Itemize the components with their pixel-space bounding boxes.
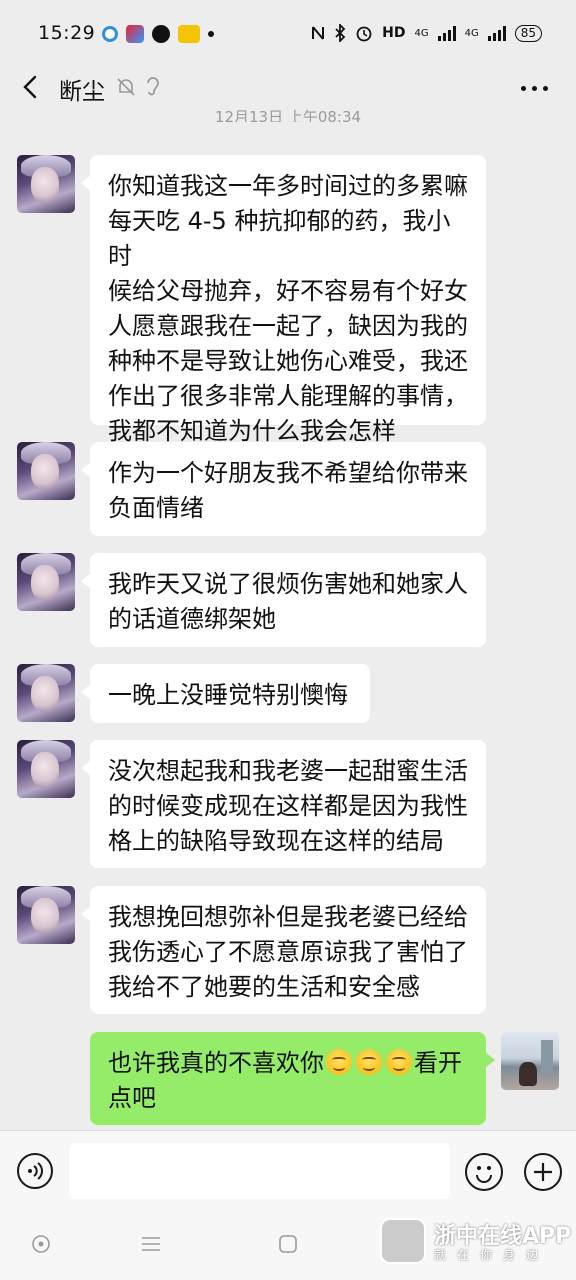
smiley-icon bbox=[476, 1166, 492, 1183]
message-text: 你知道我这一年多时间过的多累嘛 每天吃 4-5 种抗抑郁的药，我小时 候给父母抛… bbox=[108, 172, 468, 445]
contact-avatar[interactable] bbox=[17, 442, 75, 500]
tiktok-icon bbox=[152, 25, 170, 43]
status-indicators: HD 4G 4G 85 bbox=[311, 24, 542, 42]
message-text-part2: 看开 bbox=[414, 1049, 462, 1077]
nav-home-circle-icon[interactable] bbox=[31, 1234, 51, 1254]
more-options-icon[interactable] bbox=[521, 86, 548, 91]
message-text: 一晚上没睡觉特别懊悔 bbox=[108, 681, 348, 709]
voice-wave-icon bbox=[28, 1162, 43, 1180]
watermark-subtitle: 就在你身边 bbox=[434, 1248, 550, 1262]
notification-icons bbox=[102, 25, 214, 43]
watermark: 浙中在线APP 就在你身边 bbox=[380, 1216, 571, 1268]
self-avatar[interactable] bbox=[501, 1032, 559, 1090]
bluetooth-icon bbox=[335, 24, 346, 42]
signal-icon-2 bbox=[487, 25, 506, 41]
battery-indicator: 85 bbox=[514, 24, 542, 42]
message-bubble[interactable]: 一晚上没睡觉特别懊悔 bbox=[81, 664, 370, 723]
message-bubble[interactable]: 我想挽回想弥补但是我老婆已经给 我伤透心了不愿意原谅我了害怕了 我给不了她要的生… bbox=[81, 886, 486, 1014]
message-bubble[interactable]: 作为一个好朋友我不希望给你带来 负面情绪 bbox=[81, 442, 486, 536]
chat-header: 断尘 bbox=[0, 62, 576, 114]
message-text-part3: 点吧 bbox=[108, 1084, 156, 1112]
emoji-button[interactable] bbox=[465, 1153, 503, 1191]
contact-avatar[interactable] bbox=[17, 553, 75, 611]
message-timestamp: 12月13日 上午08:34 bbox=[214, 108, 362, 122]
message-input[interactable] bbox=[69, 1143, 450, 1199]
message-text: 没次想起我和我老婆一起甜蜜生活 的时候变成现在这样都是因为我性 格上的缺陷导致现… bbox=[108, 757, 468, 855]
message-text: 我想挽回想弥补但是我老婆已经给 我伤透心了不愿意原谅我了害怕了 我给不了她要的生… bbox=[108, 903, 468, 1001]
news-app-icon bbox=[178, 25, 200, 43]
mute-bell-icon bbox=[117, 78, 135, 96]
message-bubble-self[interactable]: 也许我真的不喜欢你 看开 点吧 bbox=[90, 1032, 495, 1125]
contact-avatar[interactable] bbox=[17, 664, 75, 722]
message-bubble[interactable]: 我昨天又说了很烦伤害她和她家人 的话道德绑架她 bbox=[81, 553, 486, 647]
message-bubble[interactable]: 没次想起我和我老婆一起甜蜜生活 的时候变成现在这样都是因为我性 格上的缺陷导致现… bbox=[81, 740, 486, 868]
more-notifications-dot bbox=[208, 31, 214, 37]
app-notification-icon bbox=[102, 26, 118, 42]
contact-avatar[interactable] bbox=[17, 155, 75, 213]
message-bubble[interactable]: 你知道我这一年多时间过的多累嘛 每天吃 4-5 种抗抑郁的药，我小时 候给父母抛… bbox=[81, 155, 486, 445]
video-app-icon bbox=[126, 25, 144, 43]
plus-icon bbox=[534, 1163, 552, 1181]
more-functions-button[interactable] bbox=[524, 1153, 562, 1191]
earpiece-icon bbox=[147, 77, 159, 96]
status-time: 15:29 bbox=[38, 22, 96, 44]
voice-input-button[interactable] bbox=[17, 1153, 53, 1189]
contact-avatar[interactable] bbox=[17, 740, 75, 798]
message-text-part1: 也许我真的不喜欢你 bbox=[108, 1049, 324, 1077]
signal-icon-1 bbox=[437, 25, 456, 41]
alarm-icon bbox=[356, 26, 372, 42]
chat-list[interactable]: 你知道我这一年多时间过的多累嘛 每天吃 4-5 种抗抑郁的药，我小时 候给父母抛… bbox=[0, 128, 576, 1128]
nav-menu-icon[interactable] bbox=[141, 1234, 161, 1254]
input-bar bbox=[0, 1130, 576, 1211]
watermark-logo-icon bbox=[380, 1218, 426, 1264]
nfc-icon bbox=[312, 26, 325, 40]
network-4g-label-1: 4G bbox=[414, 27, 429, 39]
back-arrow-icon[interactable] bbox=[18, 74, 44, 100]
status-bar: 15:29 HD 4G 4G 85 bbox=[0, 0, 576, 62]
message-text: 我昨天又说了很烦伤害她和她家人 的话道德绑架她 bbox=[108, 570, 468, 633]
network-4g-label-2: 4G bbox=[464, 27, 479, 39]
message-text: 作为一个好朋友我不希望给你带来 负面情绪 bbox=[108, 459, 468, 522]
contact-avatar[interactable] bbox=[17, 886, 75, 944]
chat-title: 断尘 bbox=[59, 79, 105, 105]
smile-emoji-icon bbox=[326, 1049, 352, 1075]
smile-emoji-icon bbox=[356, 1049, 382, 1075]
hd-label: HD bbox=[382, 25, 406, 41]
nav-overview-square-icon[interactable] bbox=[278, 1234, 298, 1254]
smile-emoji-icon bbox=[386, 1049, 412, 1075]
